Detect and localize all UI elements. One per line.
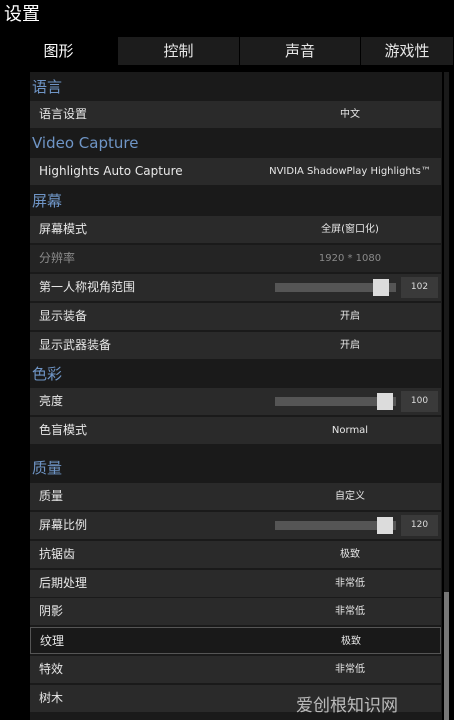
tab-controls[interactable]: 控制 [118, 37, 240, 65]
setting-value-dropdown[interactable]: 开启 [260, 303, 440, 330]
setting-row-brightness[interactable]: 亮度 100 [30, 388, 441, 415]
setting-value-dropdown[interactable]: 非常低 [260, 598, 440, 625]
setting-label: 显示装备 [39, 309, 88, 323]
setting-value-dropdown[interactable]: 自定义 [260, 483, 440, 510]
setting-value-dropdown[interactable]: NVIDIA ShadowPlay Highlights™ [260, 158, 440, 185]
setting-row-show-weapon-equipment[interactable]: 显示武器装备 开启 [30, 332, 441, 359]
setting-value-dropdown[interactable]: 开启 [260, 332, 440, 359]
brightness-value-box[interactable]: 100 [401, 391, 438, 412]
tab-graphics[interactable]: 图形 [0, 37, 118, 65]
setting-row-post-processing[interactable]: 后期处理 非常低 [30, 570, 441, 597]
setting-label: 质量 [39, 489, 64, 503]
setting-label: 屏幕模式 [39, 222, 88, 236]
screen-scale-slider-thumb[interactable] [377, 517, 393, 534]
scrollbar-thumb[interactable] [444, 592, 449, 720]
section-color: 色彩 [32, 365, 63, 383]
setting-row-anti-aliasing[interactable]: 抗锯齿 极致 [30, 541, 441, 568]
setting-row-textures[interactable]: 纹理 极致 [30, 627, 441, 654]
setting-row-effects[interactable]: 特效 非常低 [30, 656, 441, 683]
setting-row-screen-mode[interactable]: 屏幕模式 全屏(窗口化) [30, 216, 441, 243]
setting-label: Highlights Auto Capture [39, 164, 183, 178]
window-title: 设置 [4, 4, 40, 25]
setting-value-dropdown[interactable]: 中文 [260, 101, 440, 128]
settings-window: 设置 图形 控制 声音 游戏性 语言 语言设置 中文 Video Capture… [0, 0, 454, 720]
setting-value-dropdown[interactable]: Normal [260, 417, 440, 444]
settings-tabs: 图形 控制 声音 游戏性 [0, 37, 454, 65]
setting-value-dropdown[interactable]: 极致 [261, 628, 441, 655]
setting-row-colorblind-mode[interactable]: 色盲模式 Normal [30, 417, 441, 444]
setting-label: 色盲模式 [39, 423, 88, 437]
setting-row-quality[interactable]: 质量 自定义 [30, 483, 441, 510]
setting-row-resolution: 分辨率 1920 * 1080 [30, 245, 441, 272]
tab-sound[interactable]: 声音 [240, 37, 361, 65]
fov-slider[interactable] [275, 279, 396, 296]
setting-row-show-equipment[interactable]: 显示装备 开启 [30, 303, 441, 330]
setting-label: 第一人称视角范围 [39, 280, 136, 294]
setting-label: 树木 [39, 691, 64, 705]
setting-value-dropdown[interactable]: 非常低 [260, 570, 440, 597]
brightness-slider[interactable] [275, 393, 396, 410]
setting-label: 屏幕比例 [39, 518, 88, 532]
setting-label: 纹理 [40, 634, 65, 648]
setting-label: 阴影 [39, 604, 64, 618]
setting-value-dropdown[interactable]: 全屏(窗口化) [260, 216, 440, 243]
setting-label: 显示武器装备 [39, 338, 112, 352]
setting-row-highlights-capture[interactable]: Highlights Auto Capture NVIDIA ShadowPla… [30, 158, 441, 185]
setting-label: 分辨率 [39, 251, 76, 265]
section-language: 语言 [32, 78, 63, 96]
setting-value-dropdown[interactable]: 非常低 [260, 656, 440, 683]
setting-label: 亮度 [39, 394, 64, 408]
scrollbar[interactable] [444, 72, 449, 720]
section-video-capture: Video Capture [32, 134, 139, 152]
fov-slider-thumb[interactable] [373, 279, 389, 296]
screen-scale-value-box[interactable]: 120 [401, 515, 438, 536]
setting-label: 语言设置 [39, 107, 88, 121]
fov-value-box[interactable]: 102 [401, 277, 438, 298]
setting-value-dropdown: 1920 * 1080 [318, 253, 382, 264]
setting-label: 后期处理 [39, 576, 88, 590]
setting-value-dropdown[interactable]: 极致 [260, 541, 440, 568]
setting-label: 特效 [39, 662, 64, 676]
section-screen: 屏幕 [32, 192, 63, 210]
section-quality: 质量 [32, 459, 63, 477]
setting-row-screen-scale[interactable]: 屏幕比例 120 [30, 512, 441, 539]
tab-gameplay[interactable]: 游戏性 [361, 37, 454, 65]
setting-row-language[interactable]: 语言设置 中文 [30, 101, 441, 128]
brightness-slider-thumb[interactable] [377, 393, 393, 410]
watermark-text: 爱创根知识网 [296, 696, 398, 716]
screen-scale-slider[interactable] [275, 517, 396, 534]
setting-row-fov[interactable]: 第一人称视角范围 102 [30, 274, 441, 301]
setting-row-shadows[interactable]: 阴影 非常低 [30, 598, 441, 625]
setting-label: 抗锯齿 [39, 547, 76, 561]
